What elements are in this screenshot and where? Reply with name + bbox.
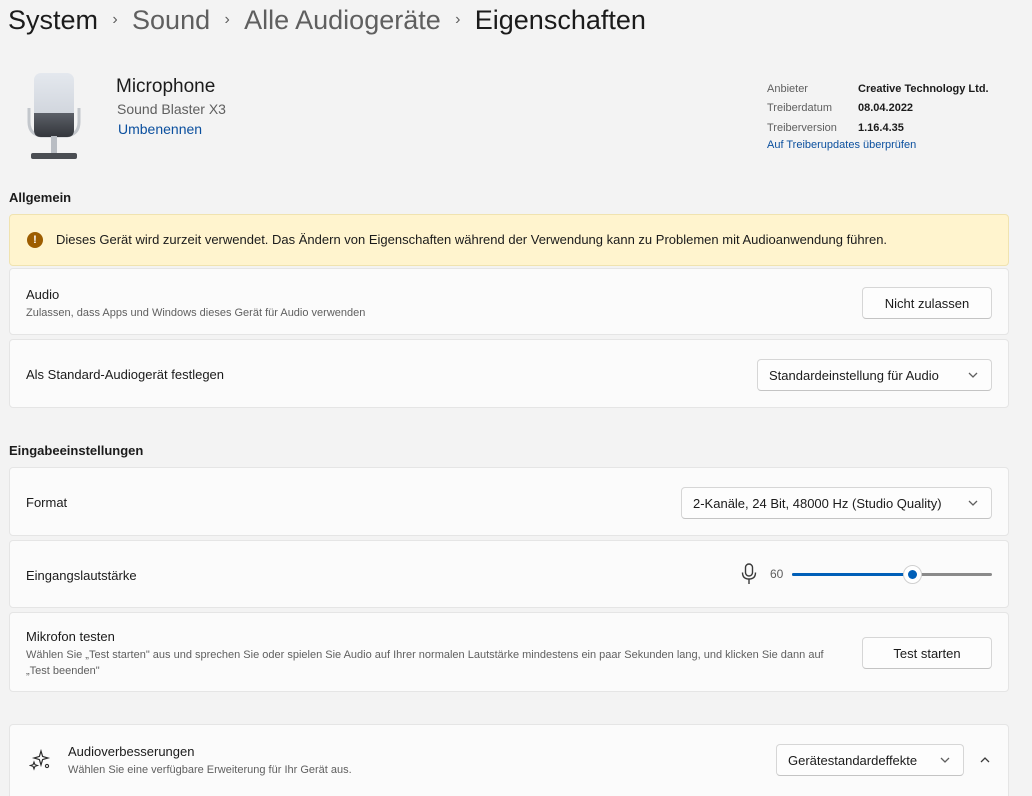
disallow-button[interactable]: Nicht zulassen: [862, 287, 992, 319]
chevron-right-icon: ›: [112, 11, 118, 28]
default-device-dropdown[interactable]: Standardeinstellung für Audio: [757, 359, 992, 391]
format-card: Format 2-Kanäle, 24 Bit, 48000 Hz (Studi…: [9, 467, 1009, 536]
audio-title: Audio: [26, 287, 60, 302]
mic-test-subtitle: Wählen Sie „Test starten" aus und sprech…: [26, 649, 824, 677]
section-title-general: Allgemein: [9, 190, 72, 205]
driver-vendor-row: Anbieter Creative Technology Ltd.: [767, 79, 989, 99]
format-dropdown[interactable]: 2-Kanäle, 24 Bit, 48000 Hz (Studio Quali…: [681, 487, 992, 519]
driver-vendor-value: Creative Technology Ltd.: [858, 82, 989, 95]
driver-version-value: 1.16.4.35: [858, 121, 904, 134]
slider-fill: [792, 573, 912, 576]
breadcrumb-system[interactable]: System: [8, 5, 98, 36]
breadcrumb-properties: Eigenschaften: [474, 4, 646, 35]
slider-thumb[interactable]: [902, 565, 922, 584]
microphone-device-icon: [27, 73, 81, 159]
driver-version-row: Treiberversion 1.16.4.35: [767, 118, 989, 138]
driver-date-row: Treiberdatum 08.04.2022: [767, 99, 989, 119]
enhancements-dropdown[interactable]: Gerätestandardeffekte: [776, 744, 964, 776]
input-volume-title: Eingangslautstärke: [26, 568, 137, 583]
warning-icon: !: [27, 232, 43, 248]
input-volume-card: Eingangslautstärke 60: [9, 540, 1009, 608]
section-title-input: Eingabeeinstellungen: [9, 443, 144, 458]
chevron-down-icon: [968, 500, 978, 506]
chevron-right-icon: ›: [455, 11, 461, 28]
audio-enhancements-card: Audioverbesserungen Wählen Sie eine verf…: [9, 724, 1009, 796]
breadcrumb-all-devices[interactable]: Alle Audiogeräte: [244, 5, 441, 36]
default-device-value: Standardeinstellung für Audio: [769, 367, 939, 383]
input-volume-slider[interactable]: [792, 565, 992, 584]
chevron-down-icon: [940, 757, 950, 763]
sparkle-icon: [29, 749, 51, 771]
enhancements-value: Gerätestandardeffekte: [788, 752, 918, 768]
mic-test-card: Mikrofon testen Wählen Sie „Test starten…: [9, 612, 1009, 692]
driver-update-link[interactable]: Auf Treiberupdates überprüfen: [767, 139, 989, 151]
warning-banner: ! Dieses Gerät wird zurzeit verwendet. D…: [9, 214, 1009, 266]
device-name: Microphone: [116, 76, 216, 97]
format-value: 2-Kanäle, 24 Bit, 48000 Hz (Studio Quali…: [693, 495, 942, 511]
start-test-button[interactable]: Test starten: [862, 637, 992, 669]
driver-date-label: Treiberdatum: [767, 102, 833, 115]
default-device-title: Als Standard-Audiogerät festlegen: [26, 367, 225, 382]
collapse-button[interactable]: [974, 749, 996, 771]
breadcrumb-sound[interactable]: Sound: [132, 5, 210, 36]
driver-vendor-label: Anbieter: [767, 82, 808, 95]
audio-permission-card: Audio Zulassen, dass Apps und Windows di…: [9, 268, 1009, 335]
breadcrumb: System › Sound › Alle Audiogeräte › Eige…: [8, 2, 646, 38]
chevron-down-icon: [968, 372, 978, 378]
chevron-up-icon: [980, 757, 990, 763]
driver-version-label: Treiberversion: [767, 121, 837, 134]
warning-text: Dieses Gerät wird zurzeit verwendet. Das…: [56, 232, 888, 247]
format-title: Format: [26, 495, 68, 510]
input-volume-value: 60: [770, 567, 784, 581]
rename-link[interactable]: Umbenennen: [118, 121, 202, 137]
driver-info: Anbieter Creative Technology Ltd. Treibe…: [767, 79, 989, 151]
default-device-card: Als Standard-Audiogerät festlegen Standa…: [9, 339, 1009, 408]
audio-subtitle: Zulassen, dass Apps und Windows dieses G…: [26, 307, 366, 319]
enhancements-title: Audioverbesserungen: [68, 744, 195, 759]
driver-date-value: 08.04.2022: [858, 102, 914, 115]
microphone-icon[interactable]: [740, 563, 758, 585]
device-model: Sound Blaster X3: [117, 101, 226, 117]
chevron-right-icon: ›: [224, 11, 230, 28]
enhancements-subtitle: Wählen Sie eine verfügbare Erweiterung f…: [68, 764, 352, 776]
mic-test-title: Mikrofon testen: [26, 629, 115, 644]
